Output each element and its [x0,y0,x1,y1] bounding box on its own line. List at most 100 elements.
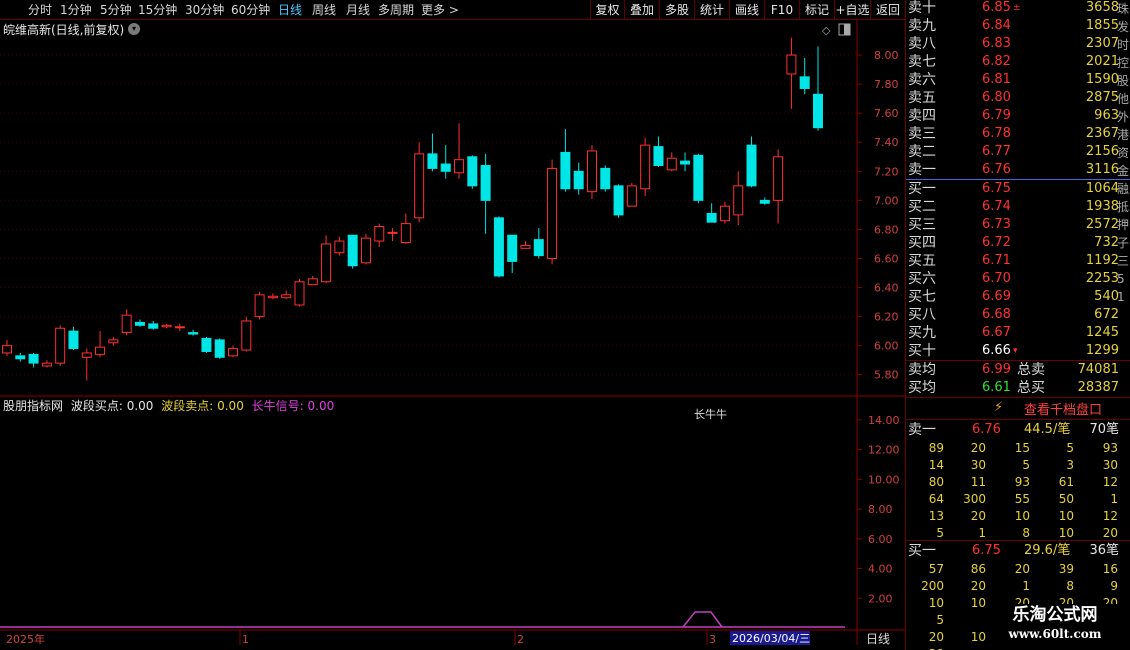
bid-level-0[interactable]: 买一 6.75 1064 [906,180,1121,198]
side-info-strip[interactable]: 珠发时控股他外港资金融抵押子三 5 1 [1117,0,1130,390]
candle[interactable] [28,353,39,364]
view-depth-button[interactable]: 查看千档盘口 [1024,399,1102,418]
candle[interactable] [547,167,558,259]
period-tab-0[interactable]: 分时 [28,2,52,18]
candle[interactable] [68,330,79,350]
toolbar-button-8[interactable]: 返回 [870,0,905,20]
ask-level-3[interactable]: 卖七 6.82 2021 [906,53,1121,71]
candle[interactable] [653,146,664,166]
candle[interactable] [267,295,278,299]
candle[interactable] [586,150,597,193]
ask-level-6[interactable]: 卖四 6.79 963 [906,107,1121,125]
toolbar-button-5[interactable]: F10 [764,0,799,20]
period-tab-9[interactable]: 多周期 [378,2,414,18]
indicator-name[interactable]: 股朋指标网 [3,399,63,413]
candle[interactable] [174,326,185,329]
candle[interactable] [307,278,318,286]
period-tab-5[interactable]: 60分钟 [231,2,270,18]
toolbar-button-1[interactable]: 叠加 [624,0,659,20]
candle[interactable] [360,237,371,264]
candle[interactable] [533,239,544,257]
candle[interactable] [719,205,730,222]
candle[interactable] [241,320,252,351]
ask-level-4[interactable]: 卖六 6.81 1590 [906,71,1121,89]
bid-level-8[interactable]: 买九 6.67 1245 [906,324,1121,342]
candle[interactable] [108,339,119,344]
toolbar-button-3[interactable]: 统计 [694,0,729,20]
kline-chart[interactable]: 8.00 7.80 7.60 7.40 7.20 7.00 6.80 6.60 6.40 6.20… [0,20,905,650]
candle[interactable] [640,144,651,190]
candle[interactable] [161,324,172,328]
candle[interactable] [281,294,292,299]
period-tab-8[interactable]: 月线 [346,2,370,18]
candle[interactable] [706,212,717,223]
toolbar-button-7[interactable]: +自选 [834,0,870,20]
candle[interactable] [786,54,797,75]
candle[interactable] [600,167,611,190]
candle[interactable] [507,234,518,262]
period-tab-6[interactable]: 日线 [278,2,302,18]
candle[interactable] [560,151,571,190]
candle[interactable] [201,337,212,352]
candle[interactable] [573,170,584,190]
candle[interactable] [773,156,784,201]
candle[interactable] [813,93,823,129]
toolbar-button-0[interactable]: 复权 [590,0,624,20]
candle[interactable] [148,323,159,329]
candle[interactable] [95,346,106,355]
bid-level-3[interactable]: 买四 6.72 732 [906,234,1121,252]
ask-level-1[interactable]: 卖九 6.84 1855 [906,17,1121,35]
candle[interactable] [374,226,385,242]
period-tab-3[interactable]: 15分钟 [138,2,177,18]
candle[interactable] [480,164,491,201]
candle[interactable] [134,321,145,326]
candle[interactable] [759,199,770,204]
candle[interactable] [214,339,225,358]
bid-level-6[interactable]: 买七 6.69 540 [906,288,1121,306]
candle[interactable] [188,332,199,335]
candle[interactable] [680,160,691,165]
chevron-down-icon[interactable]: ▾ [128,23,140,35]
candle[interactable] [55,327,66,364]
bid-level-5[interactable]: 买六 6.70 2253 [906,270,1121,288]
toolbar-button-4[interactable]: 画线 [729,0,764,20]
candle[interactable] [799,76,810,89]
ask-level-8[interactable]: 卖二 6.77 2156 [906,143,1121,161]
candle[interactable] [347,234,358,267]
bid-level-7[interactable]: 买八 6.68 672 [906,306,1121,324]
candle[interactable] [414,153,425,219]
period-tab-1[interactable]: 1分钟 [60,2,92,18]
period-tab-2[interactable]: 5分钟 [100,2,132,18]
ask-level-7[interactable]: 卖三 6.78 2367 [906,125,1121,143]
ask-level-5[interactable]: 卖五 6.80 2875 [906,89,1121,107]
candle[interactable] [467,156,478,187]
period-label[interactable]: 日线 [866,632,890,646]
candle[interactable] [733,185,744,216]
candle[interactable] [254,294,265,318]
candle[interactable] [693,154,704,201]
candle[interactable] [454,159,465,174]
candle[interactable] [41,362,52,367]
period-tab-4[interactable]: 30分钟 [185,2,224,18]
ask-level-9[interactable]: 卖一 6.76 3116 [906,161,1121,179]
candle[interactable] [666,157,677,171]
ask-level-0[interactable]: 卖十 6.85 ±3658 [906,0,1121,17]
candle[interactable] [228,348,239,357]
candle[interactable] [427,153,438,169]
candle[interactable] [2,345,12,354]
candle[interactable] [387,231,398,234]
period-tab-10[interactable]: 更多 > [421,2,459,18]
ask-level-2[interactable]: 卖八 6.83 2307 [906,35,1121,53]
candle[interactable] [334,240,345,254]
toolbar-button-6[interactable]: 标记 [799,0,834,20]
candle[interactable] [294,281,305,306]
candle[interactable] [121,314,132,334]
candle[interactable] [440,163,451,172]
candle[interactable] [15,355,26,360]
candle[interactable] [400,223,411,244]
bid-level-1[interactable]: 买二 6.74 1938 [906,198,1121,216]
candle[interactable] [613,185,624,216]
toolbar-button-2[interactable]: 多股 [659,0,694,20]
bid-level-9[interactable]: 买十 6.66 ▾ 1299 [906,342,1121,360]
candle[interactable] [81,352,92,358]
